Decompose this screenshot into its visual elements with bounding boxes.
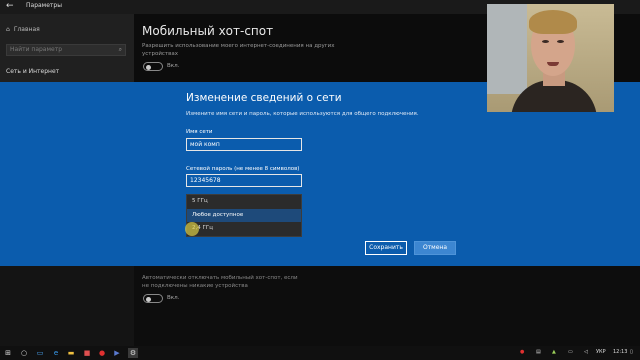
store-icon[interactable]: ■ xyxy=(82,348,92,358)
hotspot-description: Разрешить использование моего интернет-с… xyxy=(142,43,335,57)
volume-icon[interactable]: ◁ xyxy=(584,349,588,355)
search-icon[interactable]: ○ xyxy=(19,348,29,358)
password-input[interactable]: 12345678 xyxy=(186,174,302,187)
network-name-input[interactable]: мой комп xyxy=(186,138,302,151)
search-icon: ⌕ xyxy=(118,46,122,53)
network-icon[interactable]: ▤ xyxy=(536,349,541,355)
hotspot-toggle-label: Вкл. xyxy=(167,63,180,69)
sidebar-item-home[interactable]: ⌂ Главная xyxy=(6,26,40,33)
auto-off-description: Автоматически отключать мобильный хот-сп… xyxy=(142,275,298,289)
search-input[interactable]: Найти параметр ⌕ xyxy=(6,44,126,56)
auto-off-toggle-label: Вкл. xyxy=(167,295,180,301)
auto-off-toggle[interactable] xyxy=(143,294,163,303)
person-eye-left xyxy=(542,40,549,43)
home-icon: ⌂ xyxy=(6,26,10,33)
opera-icon[interactable]: ● xyxy=(97,348,107,358)
media-icon[interactable]: ▶ xyxy=(112,348,122,358)
back-arrow-icon[interactable]: ← xyxy=(6,1,14,11)
sidebar: ⌂ Главная Найти параметр ⌕ Сеть и Интерне… xyxy=(0,14,134,82)
lower-settings-area: Автоматически отключать мобильный хот-сп… xyxy=(0,266,640,346)
band-option-2-4ghz[interactable]: 2,4 ГГц xyxy=(187,222,301,236)
save-button[interactable]: Сохранить xyxy=(365,241,407,255)
settings-icon[interactable]: ⚙ xyxy=(128,348,138,358)
band-option-5ghz[interactable]: 5 ГГц xyxy=(187,195,301,209)
sidebar-home-label: Главная xyxy=(13,26,40,33)
network-band-dropdown[interactable]: 5 ГГц Любое доступное 2,4 ГГц xyxy=(186,194,302,237)
person-eye-right xyxy=(557,40,564,43)
dialog-description: Измените имя сети и пароль, которые испо… xyxy=(186,111,419,117)
lower-sidebar xyxy=(0,266,134,346)
password-label: Сетевой пароль (не менее 8 символов) xyxy=(186,166,300,172)
explorer-icon[interactable]: ▬ xyxy=(66,348,76,358)
app-title: Параметры xyxy=(26,2,62,9)
task-view-icon[interactable]: ▭ xyxy=(35,348,45,358)
language-indicator[interactable]: УКР xyxy=(596,349,606,355)
dialog-title: Изменение сведений о сети xyxy=(186,92,342,104)
webcam-window xyxy=(487,4,527,94)
toggle-knob xyxy=(146,64,151,70)
hotspot-toggle[interactable] xyxy=(143,62,163,71)
mouse-cursor-highlight xyxy=(185,222,199,236)
tray-app-icon[interactable]: ● xyxy=(520,349,524,355)
cancel-button[interactable]: Отмена xyxy=(414,241,456,255)
network-name-label: Имя сети xyxy=(186,129,213,135)
windows-icon[interactable]: ⊞ xyxy=(3,348,13,358)
tray-status-icon[interactable]: ▲ xyxy=(552,349,556,355)
person-hair xyxy=(529,10,577,34)
battery-icon[interactable]: ▭ xyxy=(568,349,573,355)
webcam-overlay xyxy=(487,4,614,112)
clock[interactable]: 12:13 xyxy=(613,349,627,355)
band-option-any[interactable]: Любое доступное xyxy=(187,208,301,222)
notifications-icon[interactable]: ▯ xyxy=(630,349,633,355)
taskbar: ⊞ ○ ▭ e ▬ ■ ● ▶ ▣ P ⚙ ● ▤ ▲ ▭ ◁ УКР 12:1… xyxy=(0,346,640,360)
toggle-knob xyxy=(146,296,151,302)
search-placeholder: Найти параметр xyxy=(10,46,62,53)
sidebar-section-title: Сеть и Интернет xyxy=(6,68,60,75)
page-title: Мобильный хот-спот xyxy=(142,24,274,38)
edge-icon[interactable]: e xyxy=(51,348,61,358)
